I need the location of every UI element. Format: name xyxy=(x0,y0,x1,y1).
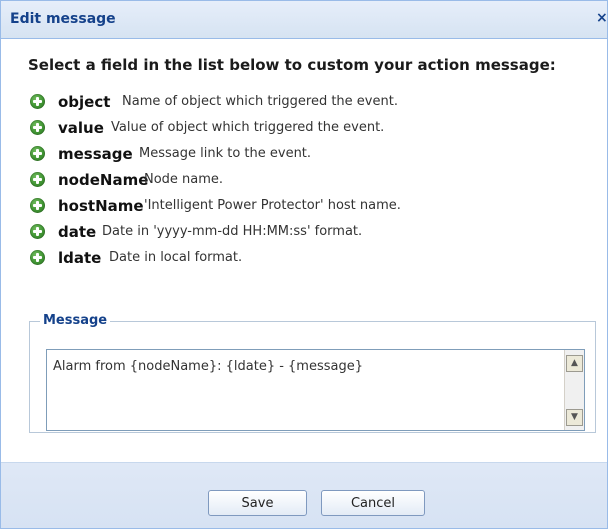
edit-message-dialog: Edit message × Select a field in the lis… xyxy=(0,0,608,529)
message-scrollbar[interactable]: ▲ ▼ xyxy=(564,350,584,430)
add-icon[interactable] xyxy=(30,172,45,187)
field-item-value[interactable]: value Value of object which triggered th… xyxy=(30,118,570,139)
field-item-ldate[interactable]: ldate Date in local format. xyxy=(30,248,570,269)
message-textarea-container: Alarm from {nodeName}: {ldate} - {messag… xyxy=(46,349,585,431)
dialog-footer: Save Cancel xyxy=(1,462,607,528)
add-icon[interactable] xyxy=(30,120,45,135)
scroll-down-icon[interactable]: ▼ xyxy=(566,409,583,426)
field-item-date[interactable]: date Date in 'yyyy-mm-dd HH:MM:ss' forma… xyxy=(30,222,570,243)
field-item-node-name[interactable]: nodeName Node name. xyxy=(30,170,570,191)
field-description: 'Intelligent Power Protector' host name. xyxy=(144,198,401,213)
add-icon[interactable] xyxy=(30,94,45,109)
add-icon[interactable] xyxy=(30,146,45,161)
field-name: nodeName xyxy=(58,171,149,189)
field-description: Value of object which triggered the even… xyxy=(111,120,385,135)
field-description: Date in 'yyyy-mm-dd HH:MM:ss' format. xyxy=(102,224,363,239)
field-name: date xyxy=(58,223,97,241)
field-item-message[interactable]: message Message link to the event. xyxy=(30,144,570,165)
add-icon[interactable] xyxy=(30,224,45,239)
field-item-object[interactable]: object Name of object which triggered th… xyxy=(30,92,570,113)
message-legend: Message xyxy=(40,313,111,328)
field-name: object xyxy=(58,93,111,111)
field-name: hostName xyxy=(58,197,144,215)
message-fieldset: Message Alarm from {nodeName}: {ldate} -… xyxy=(29,313,596,433)
add-icon[interactable] xyxy=(30,198,45,213)
field-name: message xyxy=(58,145,133,163)
message-textarea[interactable]: Alarm from {nodeName}: {ldate} - {messag… xyxy=(47,350,564,430)
dialog-body: Select a field in the list below to cust… xyxy=(1,39,607,461)
add-icon[interactable] xyxy=(30,250,45,265)
field-item-host-name[interactable]: hostName 'Intelligent Power Protector' h… xyxy=(30,196,570,217)
dialog-title: Edit message xyxy=(10,11,116,27)
field-description: Name of object which triggered the event… xyxy=(122,94,398,109)
field-description: Date in local format. xyxy=(109,250,243,265)
scroll-up-icon[interactable]: ▲ xyxy=(566,355,583,372)
field-name: ldate xyxy=(58,249,102,267)
close-icon[interactable]: × xyxy=(596,10,607,26)
save-button[interactable]: Save xyxy=(208,490,307,516)
dialog-titlebar[interactable]: Edit message × xyxy=(1,1,607,39)
instruction-text: Select a field in the list below to cust… xyxy=(28,56,556,74)
field-description: Message link to the event. xyxy=(139,146,312,161)
field-name: value xyxy=(58,119,104,137)
field-description: Node name. xyxy=(144,172,224,187)
cancel-button[interactable]: Cancel xyxy=(321,490,425,516)
